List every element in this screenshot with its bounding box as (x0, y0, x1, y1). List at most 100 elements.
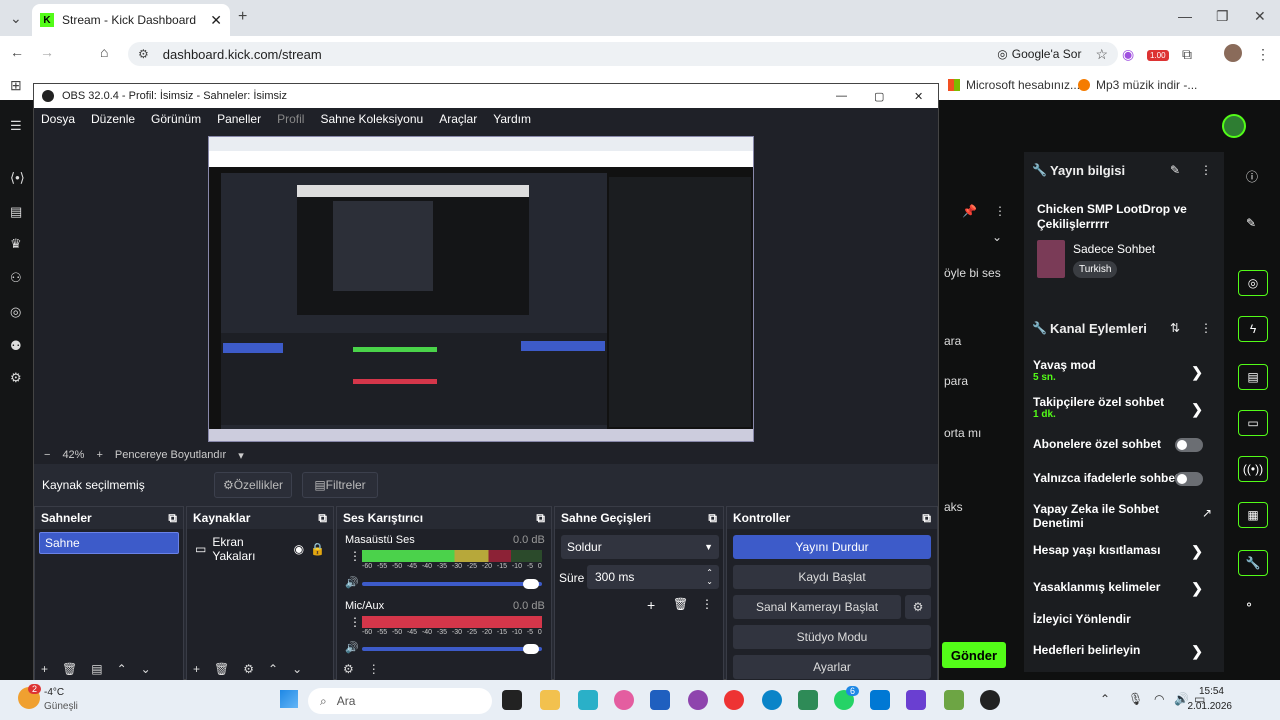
taskbar-search[interactable]: ⌕ Ara (308, 688, 492, 714)
account-age-row[interactable]: Hesap yaşı kısıtlaması ❯ (1033, 543, 1213, 561)
menu-araclar[interactable]: Araçlar (439, 112, 477, 126)
home-icon[interactable]: ⌂ (100, 44, 108, 60)
mixer-settings-icon[interactable]: ⚙ (343, 662, 354, 676)
battery-icon[interactable]: ▭ (1194, 692, 1205, 706)
undock-icon[interactable]: ⧉ (536, 511, 545, 526)
scene-down-icon[interactable]: ⌄ (141, 662, 151, 676)
speaker-icon[interactable]: 🔊 (345, 641, 359, 654)
file-explorer-icon[interactable] (540, 690, 560, 710)
app-icon[interactable] (798, 690, 818, 710)
camera-toggle-icon[interactable]: ◎ (1238, 270, 1268, 296)
mic-volume-slider[interactable] (362, 647, 542, 651)
actions-more-icon[interactable]: ⋮ (1200, 321, 1212, 335)
drag-icon[interactable]: ⇅ (1170, 321, 1180, 335)
edge-icon[interactable] (762, 690, 782, 710)
obs-taskbar-icon[interactable] (980, 690, 1000, 710)
pin-icon[interactable]: 📌 (962, 204, 977, 218)
speaker-icon[interactable]: 🔊 (345, 576, 359, 589)
undock-icon[interactable]: ⧉ (922, 511, 931, 526)
bookmark-star-icon[interactable]: ☆ (1095, 46, 1108, 63)
virtual-camera-settings-icon[interactable]: ⚙ (905, 595, 931, 619)
apps-grid-icon[interactable]: ⊞ (10, 77, 22, 94)
zoom-in-icon[interactable]: + (96, 449, 102, 461)
google-ask-button[interactable]: ◎ Google'a Sor (997, 47, 1081, 61)
source-down-icon[interactable]: ⌄ (292, 662, 302, 676)
extension-badge[interactable]: 1.00 (1147, 50, 1169, 61)
visibility-eye-icon[interactable]: ◉ (294, 542, 304, 556)
site-info-icon[interactable]: ⚙ (138, 47, 149, 61)
properties-button[interactable]: ⚙ Özellikler (214, 472, 292, 498)
studio-mode-button[interactable]: Stüdyo Modu (733, 625, 931, 649)
address-bar[interactable]: ⚙ dashboard.kick.com/stream ◎ Google'a So… (128, 42, 1118, 66)
menu-paneller[interactable]: Paneller (217, 112, 261, 126)
chrome-menu-icon[interactable]: ⋮ (1256, 46, 1270, 63)
zoom-out-icon[interactable]: − (44, 449, 50, 461)
send-button[interactable]: Gönder (942, 642, 1006, 668)
transition-menu-icon[interactable]: ⋮ (701, 597, 713, 611)
app-icon[interactable] (578, 690, 598, 710)
remove-transition-icon[interactable]: 🗑 (673, 597, 688, 611)
obs-close-icon[interactable]: ✕ (914, 90, 923, 103)
scene-up-icon[interactable]: ⌃ (117, 662, 127, 676)
menu-gorunum[interactable]: Görünüm (151, 112, 201, 126)
volume-icon[interactable]: 🔊 (1174, 692, 1189, 706)
close-tab-icon[interactable]: ✕ (210, 12, 222, 29)
analytics-icon[interactable]: ▤ (10, 204, 22, 220)
extension-icon[interactable]: ◉ (1122, 46, 1134, 63)
menu-sahne-koleksiyonu[interactable]: Sahne Koleksiyonu (320, 112, 423, 126)
obs-minimize-icon[interactable]: — (836, 90, 847, 102)
mixer-menu-icon[interactable]: ⋮ (368, 662, 380, 676)
extensions-puzzle-icon[interactable]: ⧉ (1182, 46, 1192, 63)
store-icon[interactable] (650, 690, 670, 710)
app-icon[interactable] (614, 690, 634, 710)
add-scene-icon[interactable]: + (41, 662, 48, 676)
preview-canvas[interactable] (208, 136, 754, 442)
menu-icon[interactable]: ☰ (10, 118, 22, 134)
menu-profil[interactable]: Profil (277, 112, 304, 126)
settings-button[interactable]: Ayarlar (733, 655, 931, 679)
goals-row[interactable]: Hedefleri belirleyin ❯ (1033, 643, 1213, 661)
windows-start-icon[interactable] (280, 690, 298, 708)
undock-icon[interactable]: ⧉ (708, 511, 717, 526)
banned-words-row[interactable]: Yasaklanmış kelimeler ❯ (1033, 580, 1213, 598)
browser-tab[interactable]: K Stream - Kick Dashboard ✕ (32, 4, 230, 36)
menu-duzenle[interactable]: Düzenle (91, 112, 135, 126)
wifi-icon[interactable]: ◠ (1154, 692, 1164, 706)
community-icon[interactable]: ⚇ (10, 270, 22, 286)
tools-icon[interactable]: 🔧 (1238, 550, 1268, 576)
add-transition-icon[interactable]: + (647, 597, 655, 613)
close-window-icon[interactable]: ✕ (1254, 8, 1266, 25)
chat-icon[interactable]: ▭ (1238, 410, 1268, 436)
remove-source-icon[interactable]: 🗑 (214, 662, 229, 676)
bolt-icon[interactable]: ϟ (1238, 316, 1268, 342)
share-icon[interactable]: ⚬ (1244, 598, 1254, 612)
undock-icon[interactable]: ⧉ (168, 511, 177, 526)
users-icon[interactable]: ⚉ (10, 338, 22, 354)
lock-icon[interactable]: 🔒 (310, 542, 325, 556)
ai-moderation-row[interactable]: Yapay Zeka ile Sohbet Denetimi (1033, 502, 1183, 532)
tray-chevron-icon[interactable]: ⌃ (1100, 692, 1110, 706)
settings-icon[interactable]: ⚙ (10, 370, 22, 386)
info-more-icon[interactable]: ⋮ (1200, 163, 1212, 177)
new-tab-icon[interactable]: + (238, 8, 247, 26)
zoom-dropdown-icon[interactable]: ▾ (238, 449, 244, 462)
remove-scene-icon[interactable]: 🗑 (62, 662, 77, 676)
start-recording-button[interactable]: Kaydı Başlat (733, 565, 931, 589)
copilot-icon[interactable] (688, 690, 708, 710)
chrome-icon[interactable] (724, 690, 744, 710)
app-icon[interactable] (906, 690, 926, 710)
tab-search-icon[interactable]: ⌄ (10, 10, 22, 27)
scene-filter-icon[interactable]: ▤ (91, 662, 102, 676)
source-up-icon[interactable]: ⌃ (268, 662, 278, 676)
maximize-icon[interactable]: ❐ (1216, 8, 1229, 25)
source-item[interactable]: ▭ Ekran Yakaları ◉ 🔒 (187, 529, 333, 569)
desktop-volume-handle[interactable] (523, 579, 539, 589)
raid-row[interactable]: İzleyici Yönlendir (1033, 612, 1213, 630)
scene-item[interactable]: Sahne (39, 532, 179, 554)
source-settings-icon[interactable]: ⚙ (243, 662, 254, 676)
channel-menu-icon[interactable]: ⋮ (349, 549, 361, 563)
minecraft-icon[interactable] (944, 690, 964, 710)
layout-icon[interactable]: ▦ (1238, 502, 1268, 528)
spin-icon[interactable]: ⌃ ⌄ (706, 568, 713, 586)
chat-more-icon[interactable]: ⋮ (994, 204, 1006, 218)
